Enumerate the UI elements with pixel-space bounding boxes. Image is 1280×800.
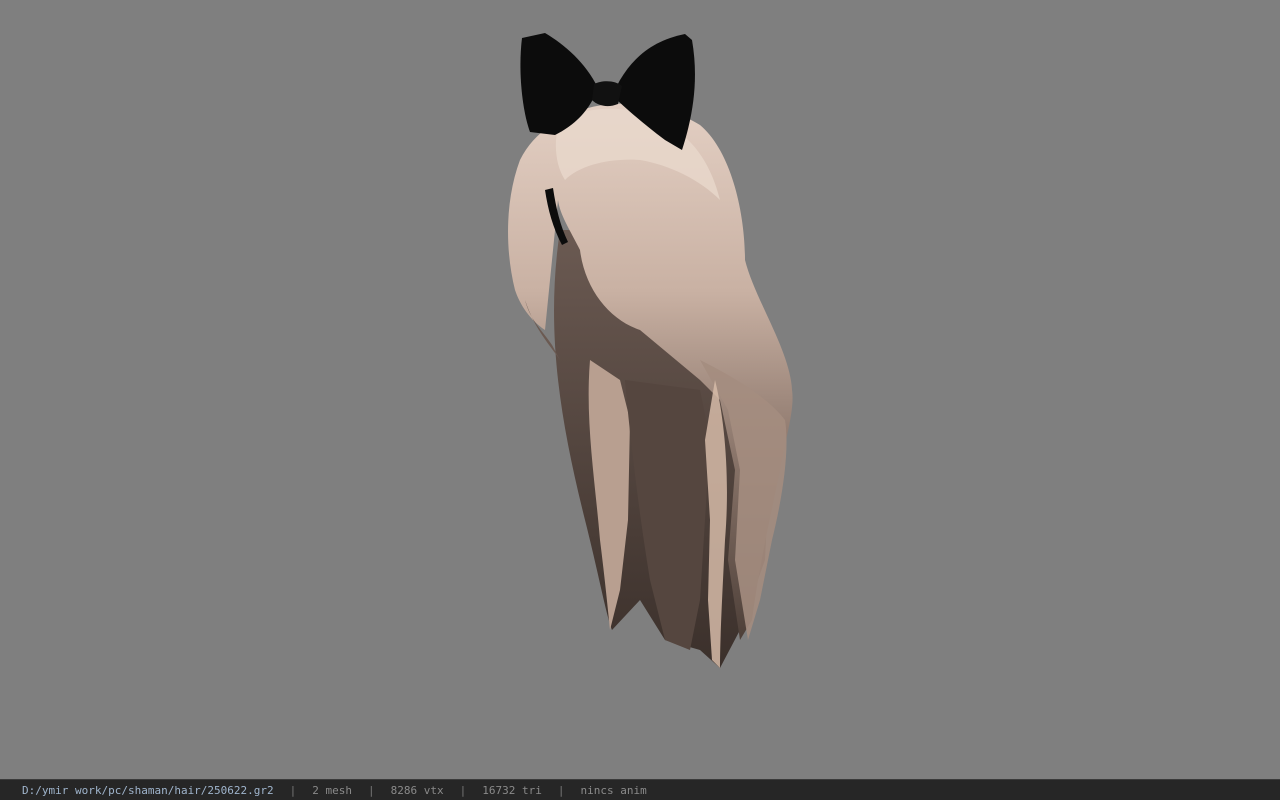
status-bar: D:/ymir work/pc/shaman/hair/250622.gr2 |… bbox=[0, 779, 1280, 800]
hair-model-icon bbox=[508, 33, 793, 668]
mesh-count-label: 2 mesh bbox=[312, 783, 353, 797]
3d-viewport[interactable] bbox=[0, 0, 1280, 779]
separator: | bbox=[459, 783, 467, 797]
animation-status-label: nincs anim bbox=[580, 783, 647, 797]
separator: | bbox=[557, 783, 565, 797]
vertex-count-label: 8286 vtx bbox=[390, 783, 444, 797]
triangle-count-label: 16732 tri bbox=[482, 783, 542, 797]
separator: | bbox=[289, 783, 297, 797]
file-path-label: D:/ymir work/pc/shaman/hair/250622.gr2 bbox=[22, 783, 274, 797]
separator: | bbox=[368, 783, 375, 797]
